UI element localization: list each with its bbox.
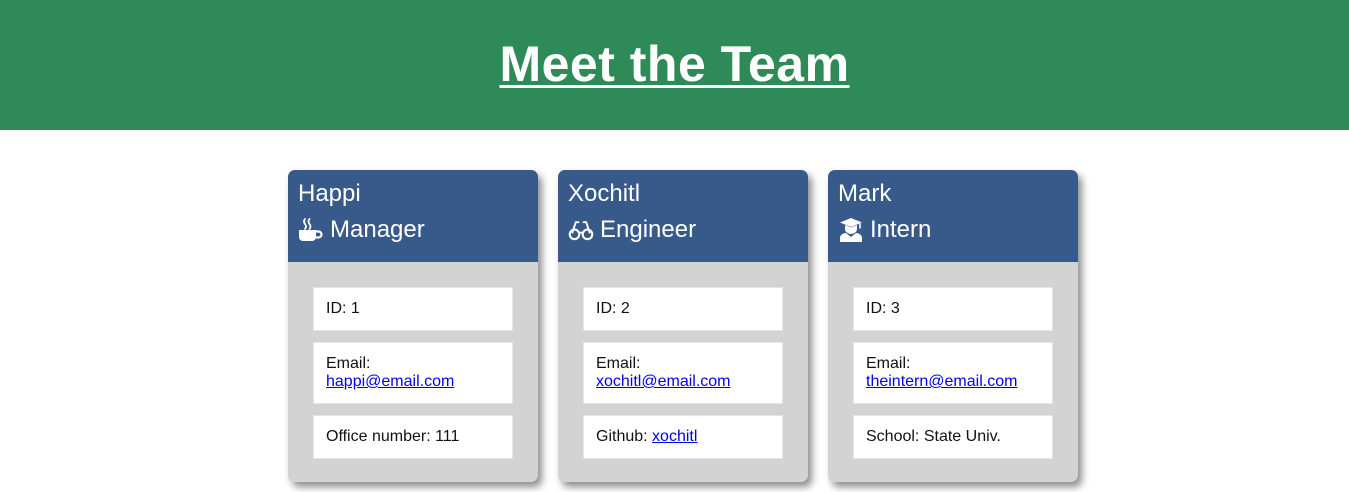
employee-card-engineer: Xochitl Engineer ID: 2 Email: xochitl@em… xyxy=(558,170,808,482)
email-label: Email: xyxy=(326,355,371,372)
id-value: 1 xyxy=(350,300,360,317)
employee-office-number: Office number: 111 xyxy=(313,415,513,459)
employee-email: Email: theintern@email.com xyxy=(853,342,1053,404)
office-number-value: 111 xyxy=(435,428,460,445)
email-label: Email: xyxy=(596,355,641,372)
github-link[interactable]: xochitl xyxy=(652,428,697,445)
email-label: Email: xyxy=(866,355,911,372)
employee-role: Intern xyxy=(838,216,1068,244)
coffee-mug-icon xyxy=(298,217,324,243)
card-body: ID: 3 Email: theintern@email.com School:… xyxy=(828,262,1078,459)
employee-id: ID: 2 xyxy=(583,287,783,331)
card-body: ID: 1 Email: happi@email.com Office numb… xyxy=(288,262,538,459)
id-label: ID: xyxy=(596,300,617,317)
graduate-icon xyxy=(838,217,864,243)
id-label: ID: xyxy=(866,300,887,317)
employee-name: Happi xyxy=(298,180,361,207)
glasses-icon xyxy=(568,217,594,243)
office-number-label: Office number: xyxy=(326,428,431,445)
employee-role: Engineer xyxy=(568,216,798,244)
employee-school: School: State Univ. xyxy=(853,415,1053,459)
team-cards: Happi Manager ID: 1 Email: happi@email.c… xyxy=(288,170,1078,482)
page-header: Meet the Team xyxy=(0,0,1349,130)
email-link[interactable]: xochitl@email.com xyxy=(596,373,731,390)
employee-email: Email: happi@email.com xyxy=(313,342,513,404)
school-value: State Univ. xyxy=(923,428,1001,445)
id-label: ID: xyxy=(326,300,347,317)
card-header: Happi Manager xyxy=(288,170,538,262)
employee-role: Manager xyxy=(298,216,528,244)
employee-role-label: Engineer xyxy=(600,216,697,243)
employee-role-label: Manager xyxy=(330,216,425,243)
card-header: Xochitl Engineer xyxy=(558,170,808,262)
employee-github: Github: xochitl xyxy=(583,415,783,459)
id-value: 2 xyxy=(620,300,630,317)
email-link[interactable]: happi@email.com xyxy=(326,373,454,390)
school-label: School: xyxy=(866,428,920,445)
email-link[interactable]: theintern@email.com xyxy=(866,373,1017,390)
employee-id: ID: 3 xyxy=(853,287,1053,331)
employee-name: Xochitl xyxy=(568,180,641,207)
card-body: ID: 2 Email: xochitl@email.com Github: x… xyxy=(558,262,808,459)
employee-role-label: Intern xyxy=(870,216,932,243)
github-label: Github: xyxy=(596,428,648,445)
employee-card-intern: Mark Intern ID: 3 Email: theintern@email… xyxy=(828,170,1078,482)
employee-card-manager: Happi Manager ID: 1 Email: happi@email.c… xyxy=(288,170,538,482)
employee-name: Mark xyxy=(838,180,892,207)
employee-id: ID: 1 xyxy=(313,287,513,331)
employee-email: Email: xochitl@email.com xyxy=(583,342,783,404)
page-title: Meet the Team xyxy=(499,36,850,92)
id-value: 3 xyxy=(890,300,900,317)
card-header: Mark Intern xyxy=(828,170,1078,262)
